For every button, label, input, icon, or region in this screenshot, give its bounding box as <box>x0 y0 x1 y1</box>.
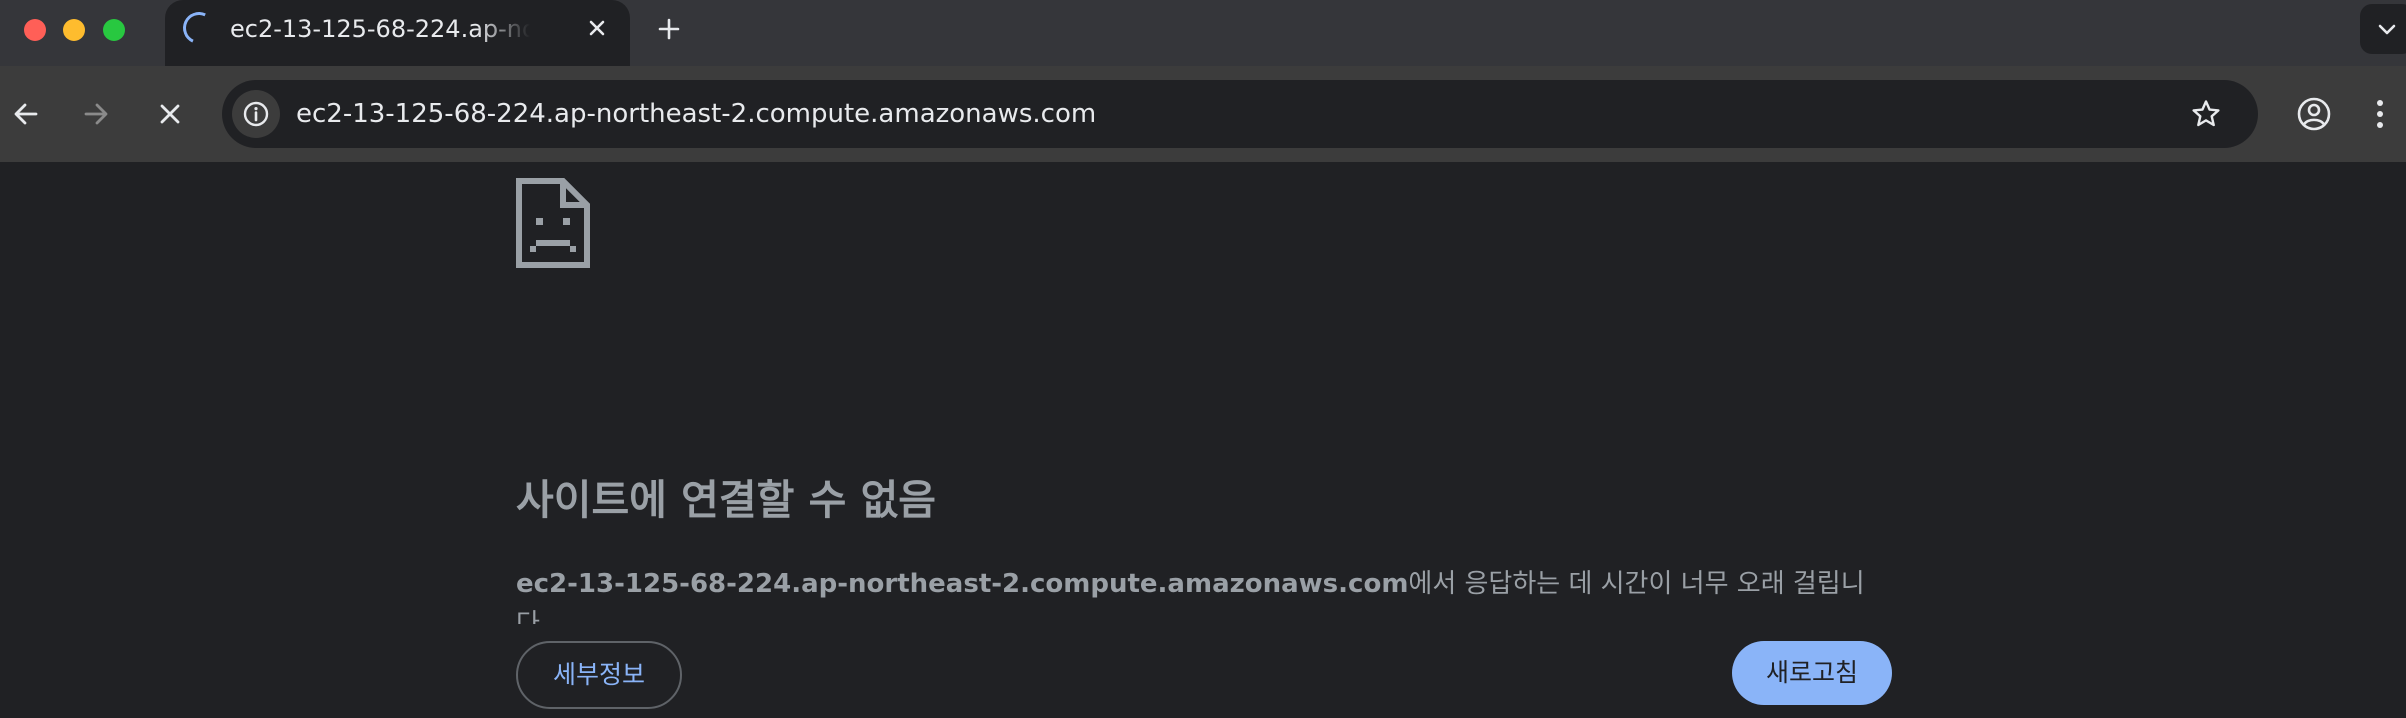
window-maximize-button[interactable] <box>103 19 125 41</box>
spinner-icon <box>178 7 220 49</box>
stop-loading-button[interactable] <box>148 92 192 136</box>
close-icon <box>160 104 180 124</box>
star-icon <box>2192 100 2220 127</box>
browser-toolbar: ec2-13-125-68-224.ap-northeast-2.compute… <box>0 66 2406 162</box>
plus-icon <box>658 18 680 40</box>
forward-button[interactable] <box>74 92 118 136</box>
arrow-right-icon <box>84 103 108 125</box>
account-circle-icon <box>2297 97 2331 131</box>
sad-document-icon <box>516 178 590 268</box>
address-bar[interactable]: ec2-13-125-68-224.ap-northeast-2.compute… <box>222 80 2258 148</box>
info-icon <box>243 101 269 127</box>
new-tab-button[interactable] <box>652 12 686 46</box>
tab-strip: ec2-13-125-68-224.ap-northeast-2.compute… <box>0 0 2406 66</box>
site-info-button[interactable] <box>232 90 280 138</box>
tab-close-button[interactable] <box>583 14 611 42</box>
tab-search-button[interactable] <box>2360 4 2406 54</box>
more-vertical-icon <box>2377 100 2383 128</box>
back-button[interactable] <box>4 92 48 136</box>
details-button[interactable]: 세부정보 <box>516 641 682 709</box>
page-content <box>0 162 2406 718</box>
browser-tab-active[interactable]: ec2-13-125-68-224.ap-northeast-2.compute… <box>165 0 630 66</box>
error-host: ec2-13-125-68-224.ap-northeast-2.compute… <box>516 569 1409 599</box>
error-message: ec2-13-125-68-224.ap-northeast-2.compute… <box>516 564 1876 624</box>
reload-button[interactable]: 새로고침 <box>1732 641 1892 705</box>
bookmark-button[interactable] <box>2188 96 2224 132</box>
window-minimize-button[interactable] <box>63 19 85 41</box>
browser-menu-button[interactable] <box>2362 92 2398 136</box>
close-icon <box>589 20 605 36</box>
url-text[interactable]: ec2-13-125-68-224.ap-northeast-2.compute… <box>296 96 1096 132</box>
error-title: 사이트에 연결할 수 없음 <box>516 476 937 524</box>
arrow-left-icon <box>14 103 38 125</box>
tab-title: ec2-13-125-68-224.ap-northeast-2.compute… <box>230 15 530 43</box>
chevron-down-icon <box>2378 24 2396 35</box>
window-close-button[interactable] <box>24 19 46 41</box>
profile-button[interactable] <box>2292 92 2336 136</box>
